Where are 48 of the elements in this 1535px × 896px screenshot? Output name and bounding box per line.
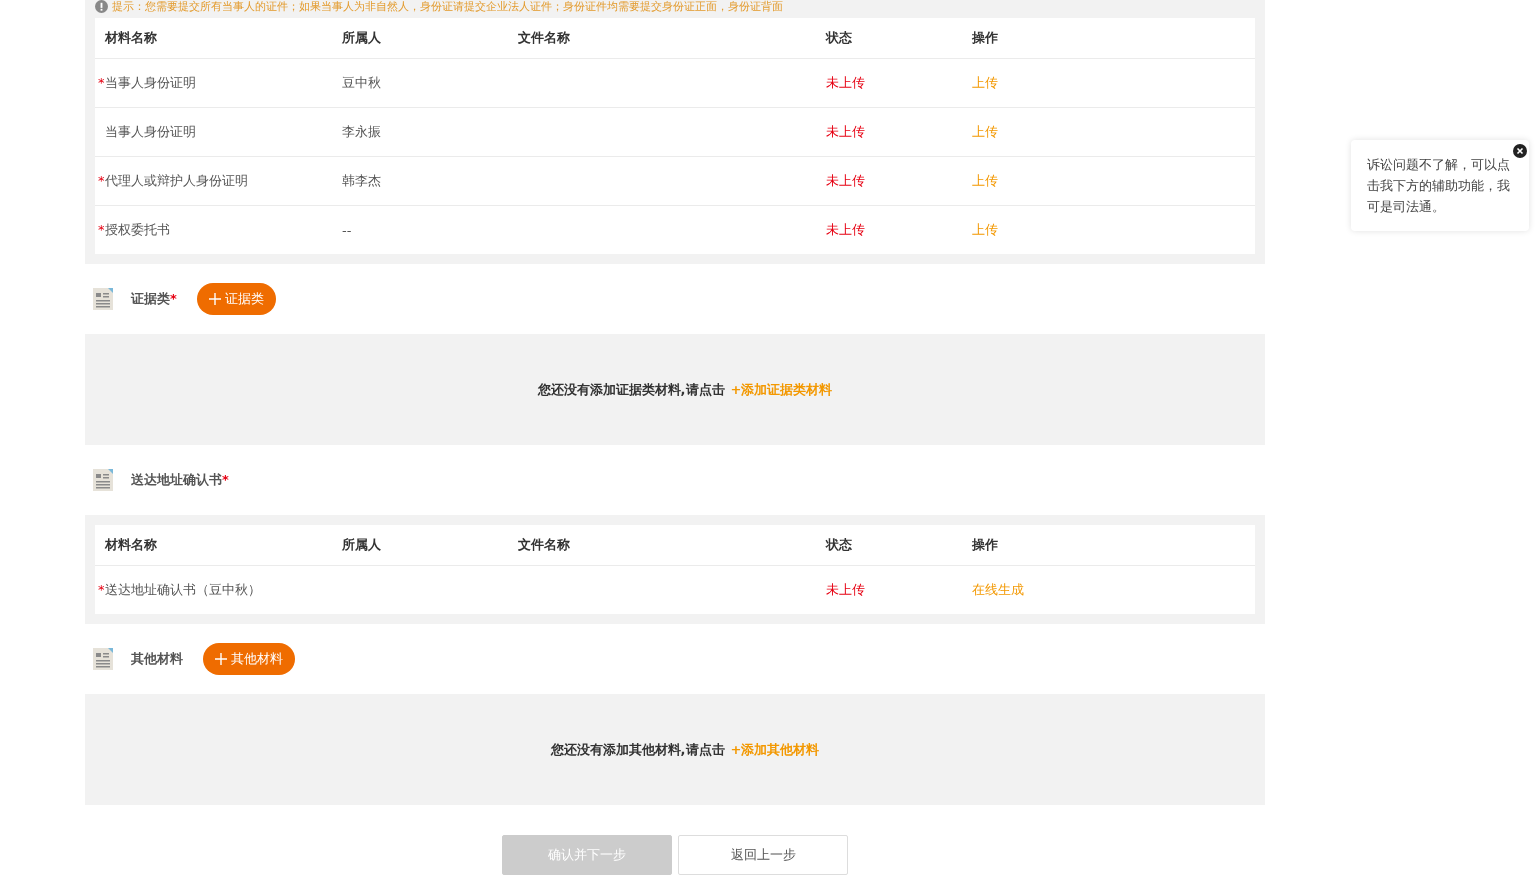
document-icon: [93, 288, 113, 310]
column-header: 所属人: [341, 29, 382, 47]
material-name: *代理人或辩护人身份证明: [97, 172, 249, 190]
back-button[interactable]: 返回上一步: [678, 835, 848, 875]
column-header: 操作: [971, 536, 999, 554]
tooltip-text: 诉讼问题不了解，可以点击我下方的辅助功能，我可是司法通。: [1367, 157, 1510, 214]
column-header: 文件名称: [517, 29, 571, 47]
empty-message: 您还没有添加证据类材料,请点击: [537, 380, 725, 399]
column-header: 状态: [824, 29, 853, 47]
empty-message: 您还没有添加其他材料,请点击: [550, 740, 725, 759]
column-header: 操作: [971, 29, 999, 47]
material-name: *当事人身份证明: [97, 74, 197, 92]
upload-status: 未上传: [825, 581, 866, 599]
upload-status: 未上传: [825, 74, 866, 92]
upload-link[interactable]: 上传: [972, 172, 998, 190]
upload-link[interactable]: 上传: [972, 74, 998, 92]
close-icon[interactable]: [1513, 144, 1527, 158]
owner-name: 李永振: [341, 123, 382, 141]
section-title: 证据类*: [131, 290, 177, 308]
add-button[interactable]: 证据类: [196, 283, 276, 315]
add-material-link[interactable]: +添加证据类材料: [730, 380, 833, 399]
notice-text: 提示：您需要提交所有当事人的证件；如果当事人为非自然人，身份证请提交企业法人证件；身份证件均需要提交身份证正面，身份证背面: [112, 0, 783, 14]
plus-icon: [215, 653, 227, 665]
column-header: 状态: [824, 536, 853, 554]
material-name: *授权委托书: [97, 221, 171, 239]
add-button[interactable]: 其他材料: [203, 643, 295, 675]
upload-status: 未上传: [825, 221, 866, 239]
upload-status: 未上传: [825, 172, 866, 190]
section-title: 送达地址确认书*: [131, 471, 229, 489]
column-header: 材料名称: [104, 29, 158, 47]
upload-link[interactable]: 在线生成: [972, 581, 1024, 599]
column-header: 所属人: [341, 536, 382, 554]
document-icon: [93, 648, 113, 670]
owner-name: 豆中秋: [341, 74, 382, 92]
upload-link[interactable]: 上传: [972, 123, 998, 141]
column-header: 文件名称: [517, 536, 571, 554]
owner-name: 韩李杰: [341, 172, 382, 190]
warning-icon: [95, 0, 108, 13]
document-icon: [93, 469, 113, 491]
owner-name: --: [341, 222, 353, 238]
upload-link[interactable]: 上传: [972, 221, 998, 239]
column-header: 材料名称: [104, 536, 158, 554]
plus-icon: [208, 293, 221, 305]
section-title: 其他材料: [131, 650, 183, 668]
material-name: 当事人身份证明: [104, 123, 197, 141]
upload-status: 未上传: [825, 123, 866, 141]
material-name: *送达地址确认书（豆中秋）: [97, 581, 262, 599]
add-material-link[interactable]: +添加其他材料: [730, 740, 820, 759]
